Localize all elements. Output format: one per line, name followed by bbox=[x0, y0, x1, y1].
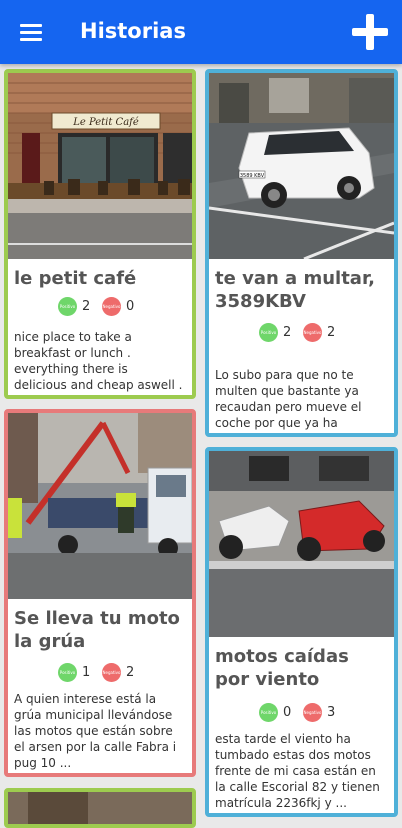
positive-count: 0 bbox=[283, 705, 292, 720]
story-photo bbox=[8, 792, 192, 824]
story-card[interactable]: motos caídas por viento Positivo 0 Negat… bbox=[205, 447, 398, 817]
vote-row: Positivo 0 Negativo 3 bbox=[259, 703, 349, 723]
story-title: Se lleva tu moto la grúa bbox=[14, 608, 180, 652]
add-story-plus-icon[interactable] bbox=[352, 14, 388, 50]
negative-count: 0 bbox=[126, 299, 135, 314]
page-title: Historias bbox=[80, 19, 186, 43]
license-plate: 3589 KBV bbox=[240, 173, 265, 179]
positive-vote-icon[interactable]: Positivo bbox=[58, 297, 77, 316]
story-card[interactable]: Le Petit Café le petit café Positivo 2 N… bbox=[4, 69, 196, 399]
positive-vote-icon[interactable]: Positivo bbox=[58, 663, 77, 682]
negative-vote-icon[interactable]: Negativo bbox=[102, 663, 121, 682]
story-card-partial[interactable] bbox=[4, 788, 196, 828]
story-description: A quien interese está la grúa municipal … bbox=[14, 692, 177, 770]
story-photo: Le Petit Café bbox=[8, 73, 192, 259]
story-title: le petit café bbox=[14, 268, 137, 289]
story-title: te van a multar, 3589KBV bbox=[215, 268, 376, 312]
story-description: esta tarde el viento ha tumbado estas do… bbox=[215, 732, 380, 810]
story-description: nice place to take a breakfast or lunch … bbox=[14, 330, 183, 392]
negative-count: 2 bbox=[327, 325, 336, 340]
hamburger-menu-icon[interactable] bbox=[20, 22, 44, 42]
story-photo bbox=[209, 451, 394, 637]
negative-count: 2 bbox=[126, 665, 135, 680]
positive-count: 2 bbox=[283, 325, 292, 340]
story-description: Lo subo para que no te multen que bastan… bbox=[215, 368, 362, 430]
positive-count: 2 bbox=[82, 299, 91, 314]
negative-vote-icon[interactable]: Negativo bbox=[303, 323, 322, 342]
cafe-sign-text: Le Petit Café bbox=[72, 117, 139, 128]
story-title: motos caídas por viento bbox=[215, 646, 349, 690]
story-card[interactable]: 3589 KBV te van a multar, 3589KBV Positi… bbox=[205, 69, 398, 437]
vote-row: Positivo 2 Negativo 0 bbox=[58, 297, 148, 317]
app-bar: Historias bbox=[0, 0, 402, 64]
negative-count: 3 bbox=[327, 705, 336, 720]
positive-count: 1 bbox=[82, 665, 91, 680]
story-photo: 3589 KBV bbox=[209, 73, 394, 259]
negative-vote-icon[interactable]: Negativo bbox=[303, 703, 322, 722]
vote-row: Positivo 2 Negativo 2 bbox=[259, 323, 349, 343]
negative-vote-icon[interactable]: Negativo bbox=[102, 297, 121, 316]
story-photo bbox=[8, 413, 192, 599]
story-card[interactable]: Se lleva tu moto la grúa Positivo 1 Nega… bbox=[4, 409, 196, 777]
vote-row: Positivo 1 Negativo 2 bbox=[58, 663, 148, 683]
positive-vote-icon[interactable]: Positivo bbox=[259, 323, 278, 342]
positive-vote-icon[interactable]: Positivo bbox=[259, 703, 278, 722]
